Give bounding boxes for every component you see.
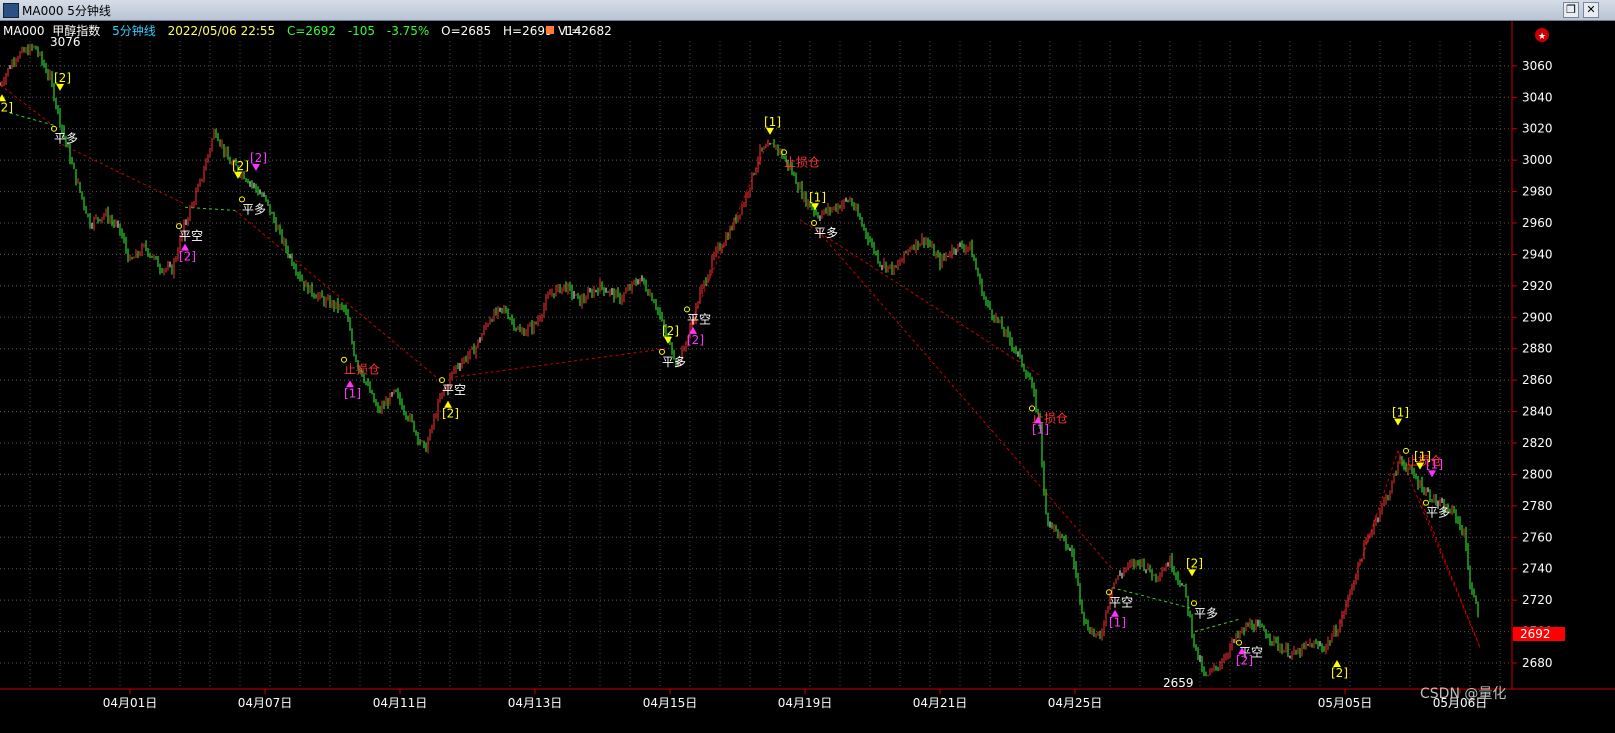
y-tick-label: 2680 bbox=[1522, 656, 1553, 670]
x-tick-label: 04月07日 bbox=[238, 696, 293, 710]
version-label: V14 bbox=[558, 24, 581, 38]
y-tick-label: 2960 bbox=[1522, 216, 1553, 230]
y-tick-label: 2820 bbox=[1522, 436, 1553, 450]
signal-label: [2] bbox=[1331, 666, 1348, 680]
signal-label: [2] bbox=[1236, 653, 1253, 667]
x-tick-label: 04月13日 bbox=[508, 696, 563, 710]
restore-icon[interactable]: ❐ bbox=[1563, 2, 1579, 18]
y-tick-label: 2780 bbox=[1522, 499, 1553, 513]
version-icon bbox=[546, 26, 554, 34]
window-titlebar: MA000 5分钟线 ❐ ✕ bbox=[0, 0, 1615, 21]
signal-label: 平空 bbox=[442, 383, 466, 397]
y-tick-label: 2900 bbox=[1522, 310, 1553, 324]
signal-label: [1] bbox=[344, 386, 361, 400]
x-tick-label: 04月11日 bbox=[373, 696, 428, 710]
signal-label: 平多 bbox=[54, 132, 78, 146]
y-tick-label: 2740 bbox=[1522, 562, 1553, 576]
signal-label: [2] bbox=[179, 250, 196, 264]
signal-label: 平多 bbox=[242, 202, 266, 216]
signal-label: 平空 bbox=[179, 229, 203, 243]
y-tick-label: 3060 bbox=[1522, 59, 1553, 73]
close-value: C=2692 bbox=[287, 24, 336, 38]
app-chart-icon bbox=[3, 3, 19, 18]
price-chart: [2][2]平多平空[2][2][2]平多止损仓[1]平空[2][2]平多平空[… bbox=[0, 21, 1615, 733]
last-price-label: 2692 bbox=[1520, 627, 1551, 641]
y-tick-label: 2980 bbox=[1522, 185, 1553, 199]
signal-label: [2] bbox=[54, 71, 71, 85]
signal-label: 止损仓 bbox=[344, 363, 380, 377]
signal-label: [1] bbox=[1109, 616, 1126, 630]
x-tick-label: 04月21日 bbox=[913, 696, 968, 710]
signal-label: [2] bbox=[0, 100, 13, 114]
signal-label: [2] bbox=[1186, 556, 1203, 570]
y-tick-label: 2800 bbox=[1522, 467, 1553, 481]
signal-label: [1] bbox=[809, 190, 826, 204]
signal-label: 平空 bbox=[687, 312, 711, 326]
y-tick-label: 2720 bbox=[1522, 593, 1553, 607]
signal-label: 平空 bbox=[1109, 595, 1133, 609]
datetime: 2022/05/06 22:55 bbox=[168, 24, 276, 38]
x-tick-label: 04月15日 bbox=[643, 696, 698, 710]
watermark: CSDN @量化 bbox=[1420, 686, 1506, 702]
signal-label: [2] bbox=[232, 159, 249, 173]
signal-label: 平多 bbox=[1194, 606, 1218, 620]
signal-label: [1] bbox=[1032, 422, 1049, 436]
x-tick-label: 04月25日 bbox=[1048, 696, 1103, 710]
signal-label: [1] bbox=[764, 115, 781, 129]
y-tick-label: 2920 bbox=[1522, 279, 1553, 293]
signal-label: [1] bbox=[1426, 457, 1443, 471]
y-tick-label: 3040 bbox=[1522, 90, 1553, 104]
signal-label: 平多 bbox=[662, 355, 686, 369]
y-tick-label: 2880 bbox=[1522, 342, 1553, 356]
close-icon[interactable]: ✕ bbox=[1583, 2, 1599, 18]
y-tick-label: 2860 bbox=[1522, 373, 1553, 387]
signal-label: 平多 bbox=[1426, 506, 1450, 520]
y-tick-label: 2940 bbox=[1522, 247, 1553, 261]
x-tick-label: 05月05日 bbox=[1318, 696, 1373, 710]
signal-label: 止损仓 bbox=[784, 155, 820, 169]
high-value: H=2699 bbox=[503, 24, 553, 38]
x-tick-label: 04月19日 bbox=[778, 696, 833, 710]
high-mark-label: 3076 bbox=[50, 35, 81, 49]
low-price-label: 2659 bbox=[1163, 676, 1194, 690]
open-value: O=2685 bbox=[441, 24, 491, 38]
alert-icon-glyph: ★ bbox=[1538, 32, 1546, 42]
y-tick-label: 2840 bbox=[1522, 405, 1553, 419]
signal-label: [2] bbox=[687, 333, 704, 347]
period: 5分钟线 bbox=[112, 23, 156, 38]
signal-label: [2] bbox=[250, 151, 267, 165]
y-tick-label: 3000 bbox=[1522, 153, 1553, 167]
y-tick-label: 3020 bbox=[1522, 122, 1553, 136]
window-title: MA000 5分钟线 bbox=[22, 4, 111, 18]
change-value: -105 bbox=[348, 24, 375, 38]
y-tick-label: 2760 bbox=[1522, 530, 1553, 544]
signal-label: [2] bbox=[662, 324, 679, 338]
signal-label: [2] bbox=[442, 407, 459, 421]
x-tick-label: 04月01日 bbox=[103, 696, 158, 710]
header-info: MA000 甲醇指数 5分钟线 2022/05/06 22:55 C=2692 … bbox=[3, 23, 612, 38]
signal-label: [1] bbox=[1392, 406, 1409, 420]
symbol: MA000 bbox=[3, 24, 44, 38]
signal-label: 平多 bbox=[814, 226, 838, 240]
change-pct: -3.75% bbox=[387, 24, 429, 38]
chart-background bbox=[0, 21, 1615, 733]
